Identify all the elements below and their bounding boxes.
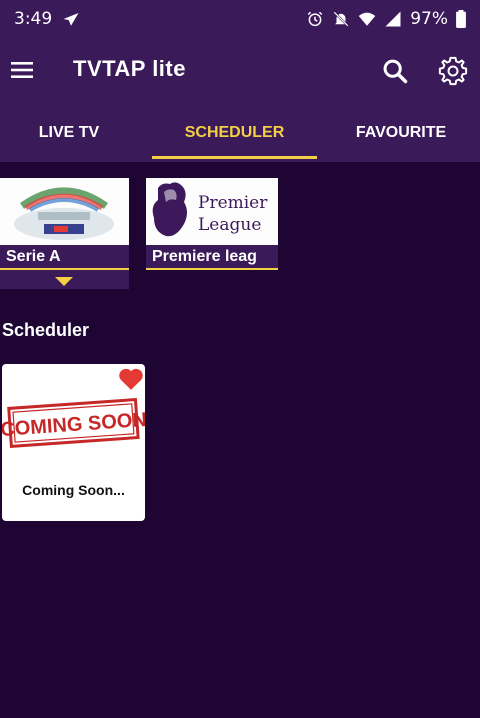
status-bar: 3:49 97% [0,0,480,38]
tab-bar: LIVE TV SCHEDULER FAVOURITE [0,104,480,162]
status-time: 3:49 [14,9,53,29]
chevron-down-icon [55,277,73,286]
menu-icon [11,62,33,78]
tab-live-tv[interactable]: LIVE TV [0,104,138,162]
send-icon [63,13,79,26]
wifi-icon [358,12,376,26]
serie-a-logo [0,178,129,245]
gear-icon [438,56,468,86]
settings-button[interactable] [438,56,468,86]
premier-league-logo: Premier League [146,178,278,245]
app-title: TVTAP lite [73,56,186,81]
tab-favourite[interactable]: FAVOURITE [322,104,480,162]
category-label: Premiere leag [146,245,278,270]
battery-level: 97% [410,9,448,29]
category-label: Serie A [0,245,129,270]
svg-text:League: League [198,215,261,235]
event-caption: Coming Soon... [22,482,125,498]
tab-scheduler[interactable]: SCHEDULER [152,104,317,162]
signal-icon [385,11,401,27]
battery-icon [456,10,466,28]
active-tab-indicator [152,156,317,159]
category-card-serie-a[interactable]: Serie A [0,178,129,270]
svg-text:Premier: Premier [198,193,268,213]
search-button[interactable] [381,57,411,87]
category-card-premier-league[interactable]: Premier League Premiere leag [146,178,278,270]
search-icon [383,59,408,84]
tab-label: SCHEDULER [184,124,285,141]
app-bar: TVTAP lite [0,38,480,104]
event-card[interactable]: COMING SOON Coming Soon... [2,364,145,521]
menu-button[interactable] [8,56,36,84]
section-title: Scheduler [2,320,90,340]
heart-icon[interactable] [118,367,144,391]
tab-label: FAVOURITE [355,124,447,141]
alarm-icon [307,11,323,27]
mute-icon [333,11,349,27]
tab-label: LIVE TV [38,124,100,141]
coming-soon-stamp: COMING SOON [2,397,145,448]
